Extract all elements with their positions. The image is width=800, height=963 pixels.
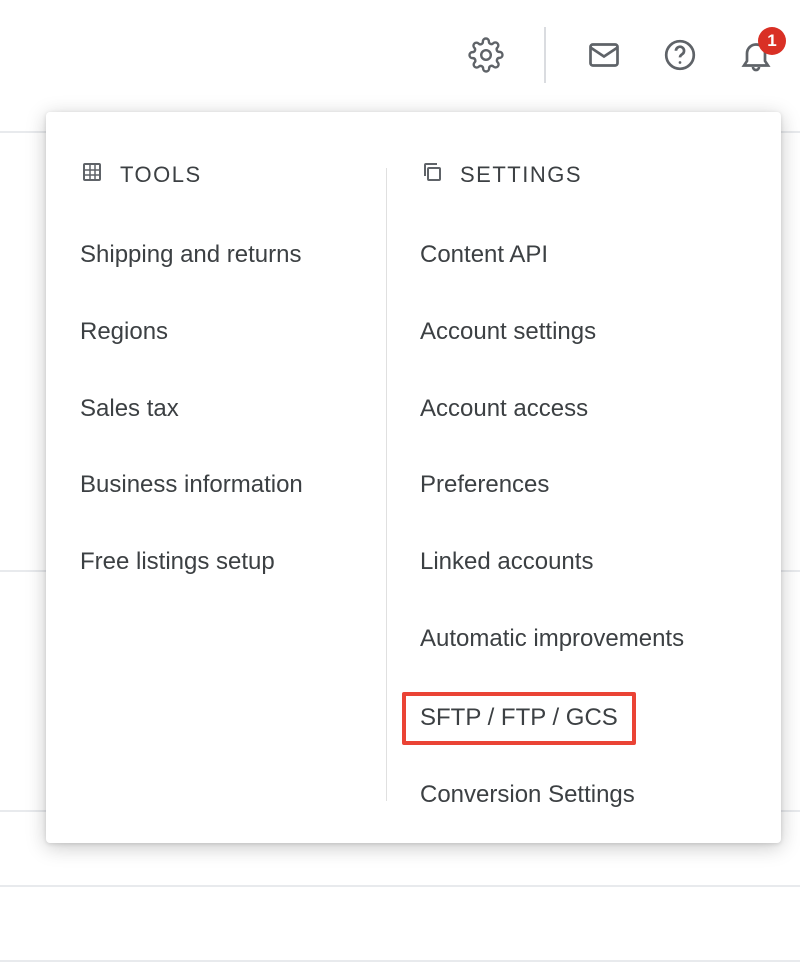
menu-free-listings-setup[interactable]: Free listings setup (80, 548, 352, 577)
menu-business-information[interactable]: Business information (80, 471, 352, 500)
gear-icon[interactable] (468, 37, 504, 73)
copy-stack-icon (420, 160, 444, 189)
menu-preferences[interactable]: Preferences (420, 471, 747, 500)
menu-account-access[interactable]: Account access (420, 395, 747, 424)
tools-column: TOOLS Shipping and returns Regions Sales… (46, 160, 386, 809)
menu-regions[interactable]: Regions (80, 318, 352, 347)
toolbar-divider (544, 27, 546, 83)
menu-conversion-settings[interactable]: Conversion Settings (420, 781, 747, 810)
menu-sales-tax[interactable]: Sales tax (80, 395, 352, 424)
menu-shipping-returns[interactable]: Shipping and returns (80, 241, 352, 270)
settings-header: SETTINGS (420, 160, 747, 189)
bell-icon[interactable]: 1 (738, 37, 774, 73)
help-icon[interactable] (662, 37, 698, 73)
grid-icon (80, 160, 104, 189)
menu-automatic-improvements[interactable]: Automatic improvements (420, 625, 747, 654)
notification-badge: 1 (758, 27, 786, 55)
top-toolbar: 1 (468, 0, 800, 110)
settings-dropdown-panel: TOOLS Shipping and returns Regions Sales… (46, 112, 781, 843)
menu-sftp-ftp-gcs[interactable]: SFTP / FTP / GCS (402, 692, 636, 745)
menu-linked-accounts[interactable]: Linked accounts (420, 548, 747, 577)
mail-icon[interactable] (586, 37, 622, 73)
tools-header-label: TOOLS (120, 162, 202, 188)
settings-column: SETTINGS Content API Account settings Ac… (386, 160, 781, 809)
panel-divider (386, 168, 387, 801)
tools-header: TOOLS (80, 160, 352, 189)
menu-content-api[interactable]: Content API (420, 241, 747, 270)
settings-header-label: SETTINGS (460, 162, 582, 188)
menu-account-settings[interactable]: Account settings (420, 318, 747, 347)
